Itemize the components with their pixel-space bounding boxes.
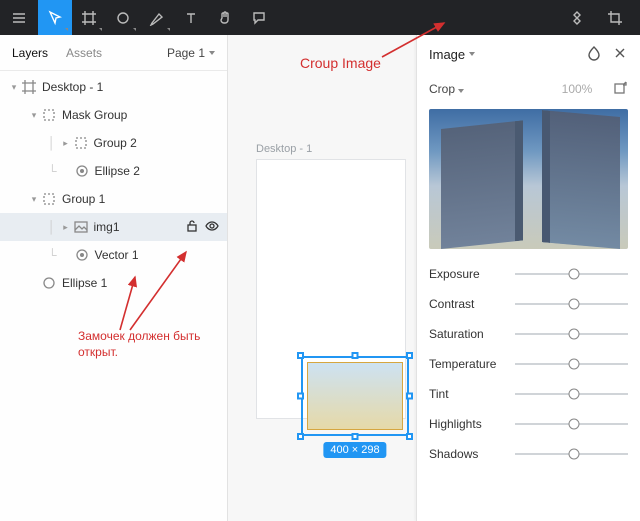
mask-group-icon [40, 107, 58, 123]
chevron-down-icon [458, 89, 464, 93]
resize-handle[interactable] [297, 352, 304, 359]
layer-label: Ellipse 2 [95, 164, 227, 178]
page-selector[interactable]: Page 1 [167, 46, 215, 60]
group-icon [72, 135, 90, 151]
layer-row-ellipse1[interactable]: Ellipse 1 [0, 269, 227, 297]
layer-label: Vector 1 [95, 248, 227, 262]
layer-tree: ▾ Desktop - 1 ▾ Mask Group │▸ Group 2 └ … [0, 71, 227, 297]
resize-handle[interactable] [406, 393, 413, 400]
comment-tool-button[interactable] [242, 0, 276, 35]
slider-label: Contrast [429, 297, 509, 311]
slider-saturation[interactable]: Saturation [429, 319, 628, 349]
rotate-image-button[interactable] [604, 81, 628, 97]
hand-tool-button[interactable] [208, 0, 242, 35]
resize-handle[interactable] [352, 433, 359, 440]
mask-ellipse-icon [73, 163, 91, 179]
selected-image[interactable]: 400 × 298 [301, 356, 409, 436]
fill-mode-label: Crop [429, 82, 455, 96]
slider-label: Temperature [429, 357, 509, 371]
selection-frame [301, 356, 409, 436]
resize-handle[interactable] [406, 433, 413, 440]
top-toolbar [0, 0, 640, 35]
unlock-icon[interactable] [185, 219, 199, 236]
layer-label: Desktop - 1 [42, 80, 227, 94]
slider-temperature[interactable]: Temperature [429, 349, 628, 379]
pen-tool-button[interactable] [140, 0, 174, 35]
layer-row-maskgroup[interactable]: ▾ Mask Group [0, 101, 227, 129]
opacity-value[interactable]: 100% [550, 82, 604, 96]
blend-mode-icon[interactable] [586, 45, 602, 64]
ellipse-icon [40, 275, 58, 291]
components-button[interactable] [560, 0, 594, 35]
text-tool-button[interactable] [174, 0, 208, 35]
menu-button[interactable] [0, 0, 38, 35]
slider-highlights[interactable]: Highlights [429, 409, 628, 439]
panel-tabs: Layers Assets Page 1 [0, 35, 227, 71]
layer-label: Group 1 [62, 192, 227, 206]
slider-label: Tint [429, 387, 509, 401]
image-preview [429, 109, 628, 249]
tab-assets[interactable]: Assets [66, 46, 102, 60]
slider-contrast[interactable]: Contrast [429, 289, 628, 319]
slider-tint[interactable]: Tint [429, 379, 628, 409]
layer-label: Mask Group [62, 108, 227, 122]
move-tool-button[interactable] [38, 0, 72, 35]
layer-row-root[interactable]: ▾ Desktop - 1 [0, 73, 227, 101]
slider-exposure[interactable]: Exposure [429, 259, 628, 289]
layers-panel: Layers Assets Page 1 ▾ Desktop - 1 ▾ Mas… [0, 35, 228, 521]
artboard[interactable]: 400 × 298 [256, 159, 406, 419]
layer-row-group1[interactable]: ▾ Group 1 [0, 185, 227, 213]
slider-label: Highlights [429, 417, 509, 431]
frame-icon [20, 79, 38, 95]
resize-handle[interactable] [297, 393, 304, 400]
fill-mode-select[interactable]: Crop [429, 82, 550, 96]
visibility-icon[interactable] [205, 219, 219, 236]
chevron-down-icon [209, 51, 215, 55]
inspector-title: Image [429, 47, 465, 62]
layer-row-group2[interactable]: │▸ Group 2 [0, 129, 227, 157]
slider-label: Shadows [429, 447, 509, 461]
shape-tool-button[interactable] [106, 0, 140, 35]
page-selector-label: Page 1 [167, 46, 205, 60]
group-icon [40, 191, 58, 207]
size-badge: 400 × 298 [323, 442, 386, 458]
crop-tool-button[interactable] [598, 0, 632, 35]
layer-row-vector1[interactable]: └ Vector 1 [0, 241, 227, 269]
resize-handle[interactable] [352, 352, 359, 359]
mask-vector-icon [73, 247, 91, 263]
layer-label: Ellipse 1 [62, 276, 227, 290]
layer-label: Group 2 [94, 136, 228, 150]
slider-label: Exposure [429, 267, 509, 281]
close-icon[interactable] [612, 45, 628, 64]
artboard-title[interactable]: Desktop - 1 [256, 143, 312, 155]
slider-label: Saturation [429, 327, 509, 341]
image-inspector-panel: Image Crop 100% Exposure Contrast Satura… [416, 35, 640, 521]
layer-row-img1[interactable]: │▸ img1 [0, 213, 227, 241]
resize-handle[interactable] [297, 433, 304, 440]
layer-row-ellipse2[interactable]: └ Ellipse 2 [0, 157, 227, 185]
chevron-down-icon [469, 52, 475, 56]
frame-tool-button[interactable] [72, 0, 106, 35]
adjustment-sliders: Exposure Contrast Saturation Temperature… [417, 255, 640, 481]
slider-shadows[interactable]: Shadows [429, 439, 628, 469]
resize-handle[interactable] [406, 352, 413, 359]
tab-layers[interactable]: Layers [12, 46, 48, 60]
image-icon [72, 219, 90, 235]
